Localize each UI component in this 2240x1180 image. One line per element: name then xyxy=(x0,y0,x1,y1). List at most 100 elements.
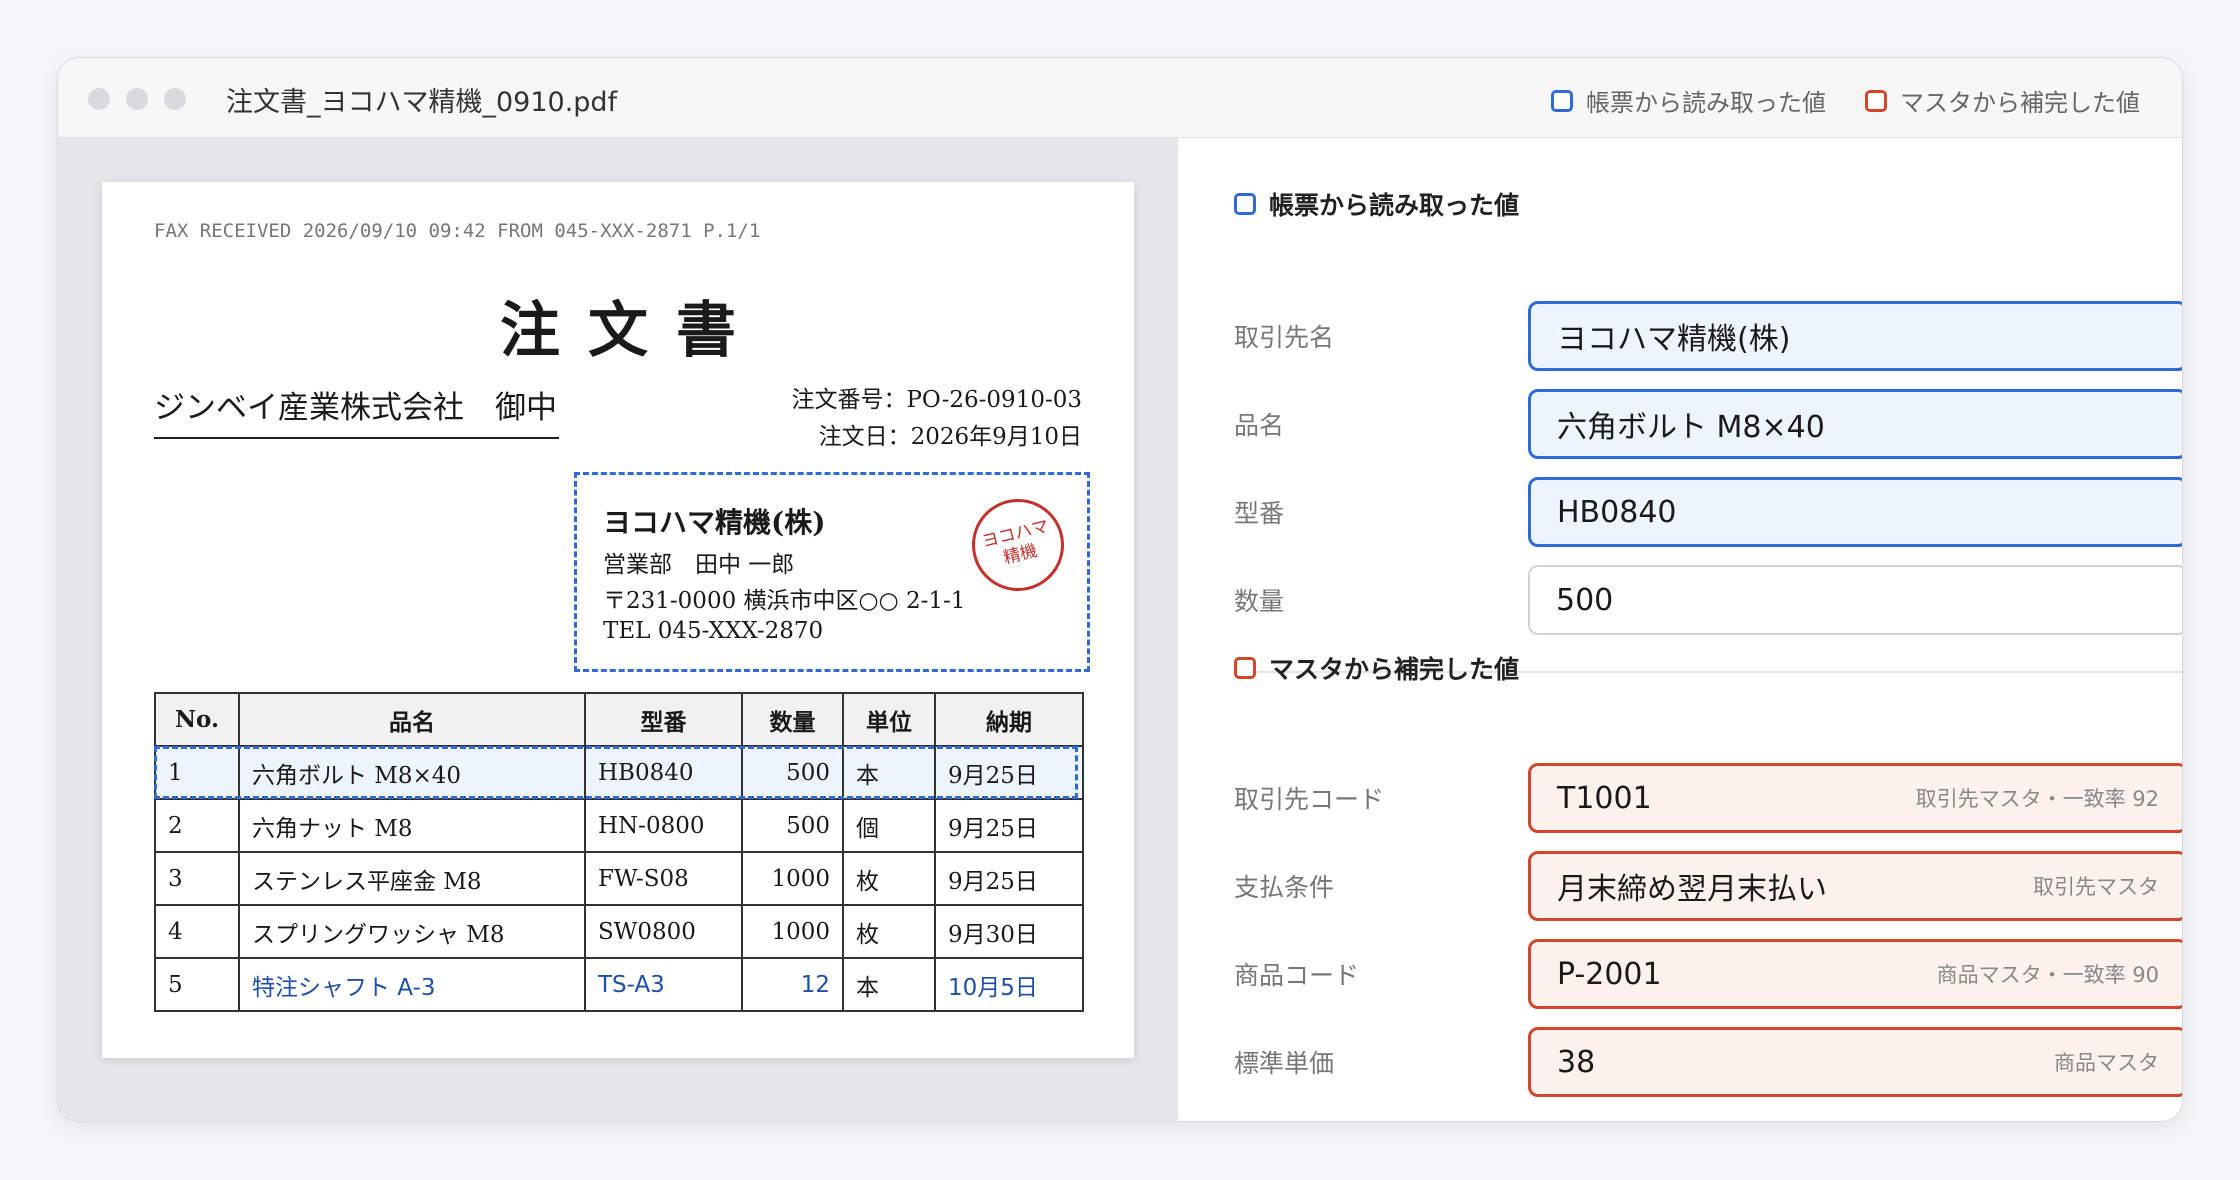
order-items-table: No. 品名 型番 数量 単位 納期 1 六角ボルト M8×40 HB0840 … xyxy=(154,692,1084,1012)
table-cell: 特注シャフト A-3 xyxy=(238,957,586,1012)
table-cell: 10月5日 xyxy=(934,957,1084,1012)
field-value: T1001 xyxy=(1557,780,1652,816)
table-row[interactable]: 2 六角ナット M8 HN-0800 500 個 9月25日 xyxy=(154,798,1084,853)
table-cell: 枚 xyxy=(842,851,936,906)
table-cell: 本 xyxy=(842,745,936,800)
table-row[interactable]: 5 特注シャフト A-3 TS-A3 12 本 10月5日 xyxy=(154,957,1084,1012)
table-header-row: No. 品名 型番 数量 単位 納期 xyxy=(154,692,1084,747)
product-code-field[interactable]: P-2001 商品マスタ・一致率 90 xyxy=(1528,939,2182,1009)
column-header: 品名 xyxy=(238,692,586,747)
legend-master-label: マスタから補完した値 xyxy=(1900,89,2140,117)
quantity-field[interactable]: 500 xyxy=(1528,565,2182,635)
extraction-panel: 帳票から読み取った値 取引先名 ヨコハマ精機(株) 品名 六角ボルト M8×40… xyxy=(1178,138,2182,1121)
field-source-note: 取引先マスタ・一致率 92 xyxy=(1915,787,2159,811)
table-cell: 9月25日 xyxy=(934,851,1084,906)
table-cell: スプリングワッシャ M8 xyxy=(238,904,586,959)
legend-read: 帳票から読み取った値 xyxy=(1551,83,1826,118)
table-cell: 六角ナット M8 xyxy=(238,798,586,853)
field-label: 品名 xyxy=(1234,411,1285,440)
table-row[interactable]: 1 六角ボルト M8×40 HB0840 500 本 9月25日 xyxy=(154,745,1084,800)
company-seal-stamp: ヨコハマ 精機 xyxy=(962,489,1074,601)
column-header: 数量 xyxy=(741,692,844,747)
table-cell: 500 xyxy=(741,798,844,853)
table-cell: 1000 xyxy=(741,904,844,959)
window-title: 注文書_ヨコハマ精機_0910.pdf xyxy=(226,87,618,118)
table-cell: HN-0800 xyxy=(584,798,743,853)
table-cell: 500 xyxy=(741,745,844,800)
sender-block-highlight[interactable]: ヨコハマ精機(株) 営業部 田中 一郎 〒231-0000 横浜市中区○○ 2-… xyxy=(574,472,1090,672)
recipient: ジンベイ産業株式会社 御中 xyxy=(154,382,559,439)
field-value: P-2001 xyxy=(1557,956,1662,992)
master-section-heading: マスタから補完した値 xyxy=(1234,650,1519,686)
red-square-icon xyxy=(1234,657,1256,679)
document-title: 注文書 xyxy=(500,296,764,366)
product-name-field[interactable]: 六角ボルト M8×40 xyxy=(1528,389,2182,459)
read-section-title: 帳票から読み取った値 xyxy=(1269,191,1520,220)
table-cell: 9月25日 xyxy=(934,745,1084,800)
table-cell: 9月30日 xyxy=(934,904,1084,959)
field-value: 500 xyxy=(1556,582,1614,618)
field-label: 取引先名 xyxy=(1234,323,1335,352)
master-section-title: マスタから補完した値 xyxy=(1269,655,1520,684)
fax-header: FAX RECEIVED 2026/09/10 09:42 FROM 045-X… xyxy=(154,220,761,242)
field-value: 38 xyxy=(1557,1044,1596,1080)
order-date: 注文日：2026年9月10日 xyxy=(818,424,1082,450)
field-label: 型番 xyxy=(1234,499,1285,528)
field-value: 月末締め翌月末払い xyxy=(1557,872,1827,907)
title-bar: 注文書_ヨコハマ精機_0910.pdf 帳票から読み取った値 マスタから補完した… xyxy=(58,58,2182,138)
table-cell: HB0840 xyxy=(584,745,743,800)
table-row[interactable]: 3 ステンレス平座金 M8 FW-S08 1000 枚 9月25日 xyxy=(154,851,1084,906)
partner-name-field[interactable]: ヨコハマ精機(株) xyxy=(1528,301,2182,371)
field-value: HB0840 xyxy=(1557,494,1677,530)
sender-company: ヨコハマ精機(株) xyxy=(603,506,826,539)
window-minimize-dot[interactable] xyxy=(126,88,148,110)
legend-read-label: 帳票から読み取った値 xyxy=(1586,89,1826,117)
table-cell: 六角ボルト M8×40 xyxy=(238,745,586,800)
sender-address: 〒231-0000 横浜市中区○○ 2-1-1 xyxy=(603,588,966,614)
table-cell: TS-A3 xyxy=(584,957,743,1012)
column-header: 納期 xyxy=(934,692,1084,747)
field-label: 支払条件 xyxy=(1234,873,1335,902)
table-cell: 本 xyxy=(842,957,936,1012)
field-label: 商品コード xyxy=(1234,961,1360,990)
standard-unit-price-field[interactable]: 38 商品マスタ xyxy=(1528,1027,2182,1097)
legend-master: マスタから補完した値 xyxy=(1865,83,2140,118)
field-value: 六角ボルト M8×40 xyxy=(1557,410,1825,445)
table-cell: 1 xyxy=(154,745,240,800)
column-header: No. xyxy=(154,692,240,747)
table-row[interactable]: 4 スプリングワッシャ M8 SW0800 1000 枚 9月30日 xyxy=(154,904,1084,959)
table-cell: ステンレス平座金 M8 xyxy=(238,851,586,906)
sender-department: 営業部 田中 一郎 xyxy=(603,552,795,578)
red-square-icon xyxy=(1865,89,1887,112)
table-cell: 2 xyxy=(154,798,240,853)
field-source-note: 取引先マスタ xyxy=(2033,875,2159,899)
table-cell: 12 xyxy=(741,957,844,1012)
table-cell: 1000 xyxy=(741,851,844,906)
document-viewer: FAX RECEIVED 2026/09/10 09:42 FROM 045-X… xyxy=(58,138,1178,1121)
window-maximize-dot[interactable] xyxy=(164,88,186,110)
field-source-note: 商品マスタ・一致率 90 xyxy=(1936,963,2159,987)
table-cell: 9月25日 xyxy=(934,798,1084,853)
table-cell: 5 xyxy=(154,957,240,1012)
sender-tel: TEL 045-XXX-2870 xyxy=(603,618,824,644)
table-cell: 4 xyxy=(154,904,240,959)
column-header: 型番 xyxy=(584,692,743,747)
read-section-heading: 帳票から読み取った値 xyxy=(1234,186,1519,222)
document-page: FAX RECEIVED 2026/09/10 09:42 FROM 045-X… xyxy=(102,182,1134,1058)
payment-terms-field[interactable]: 月末締め翌月末払い 取引先マスタ xyxy=(1528,851,2182,921)
order-info: 注文番号：PO-26-0910-03 注文日：2026年9月10日 xyxy=(791,382,1082,456)
table-cell: 個 xyxy=(842,798,936,853)
column-header: 単位 xyxy=(842,692,936,747)
field-value: ヨコハマ精機(株) xyxy=(1557,322,1791,357)
field-label: 数量 xyxy=(1234,587,1285,616)
blue-square-icon xyxy=(1234,193,1256,215)
table-cell: FW-S08 xyxy=(584,851,743,906)
table-cell: 枚 xyxy=(842,904,936,959)
window-close-dot[interactable] xyxy=(88,88,110,110)
order-number: 注文番号：PO-26-0910-03 xyxy=(791,387,1082,413)
table-cell: 3 xyxy=(154,851,240,906)
app-window: 注文書_ヨコハマ精機_0910.pdf 帳票から読み取った値 マスタから補完した… xyxy=(57,57,2183,1122)
partner-code-field[interactable]: T1001 取引先マスタ・一致率 92 xyxy=(1528,763,2182,833)
field-label: 取引先コード xyxy=(1234,785,1385,814)
model-number-field[interactable]: HB0840 xyxy=(1528,477,2182,547)
